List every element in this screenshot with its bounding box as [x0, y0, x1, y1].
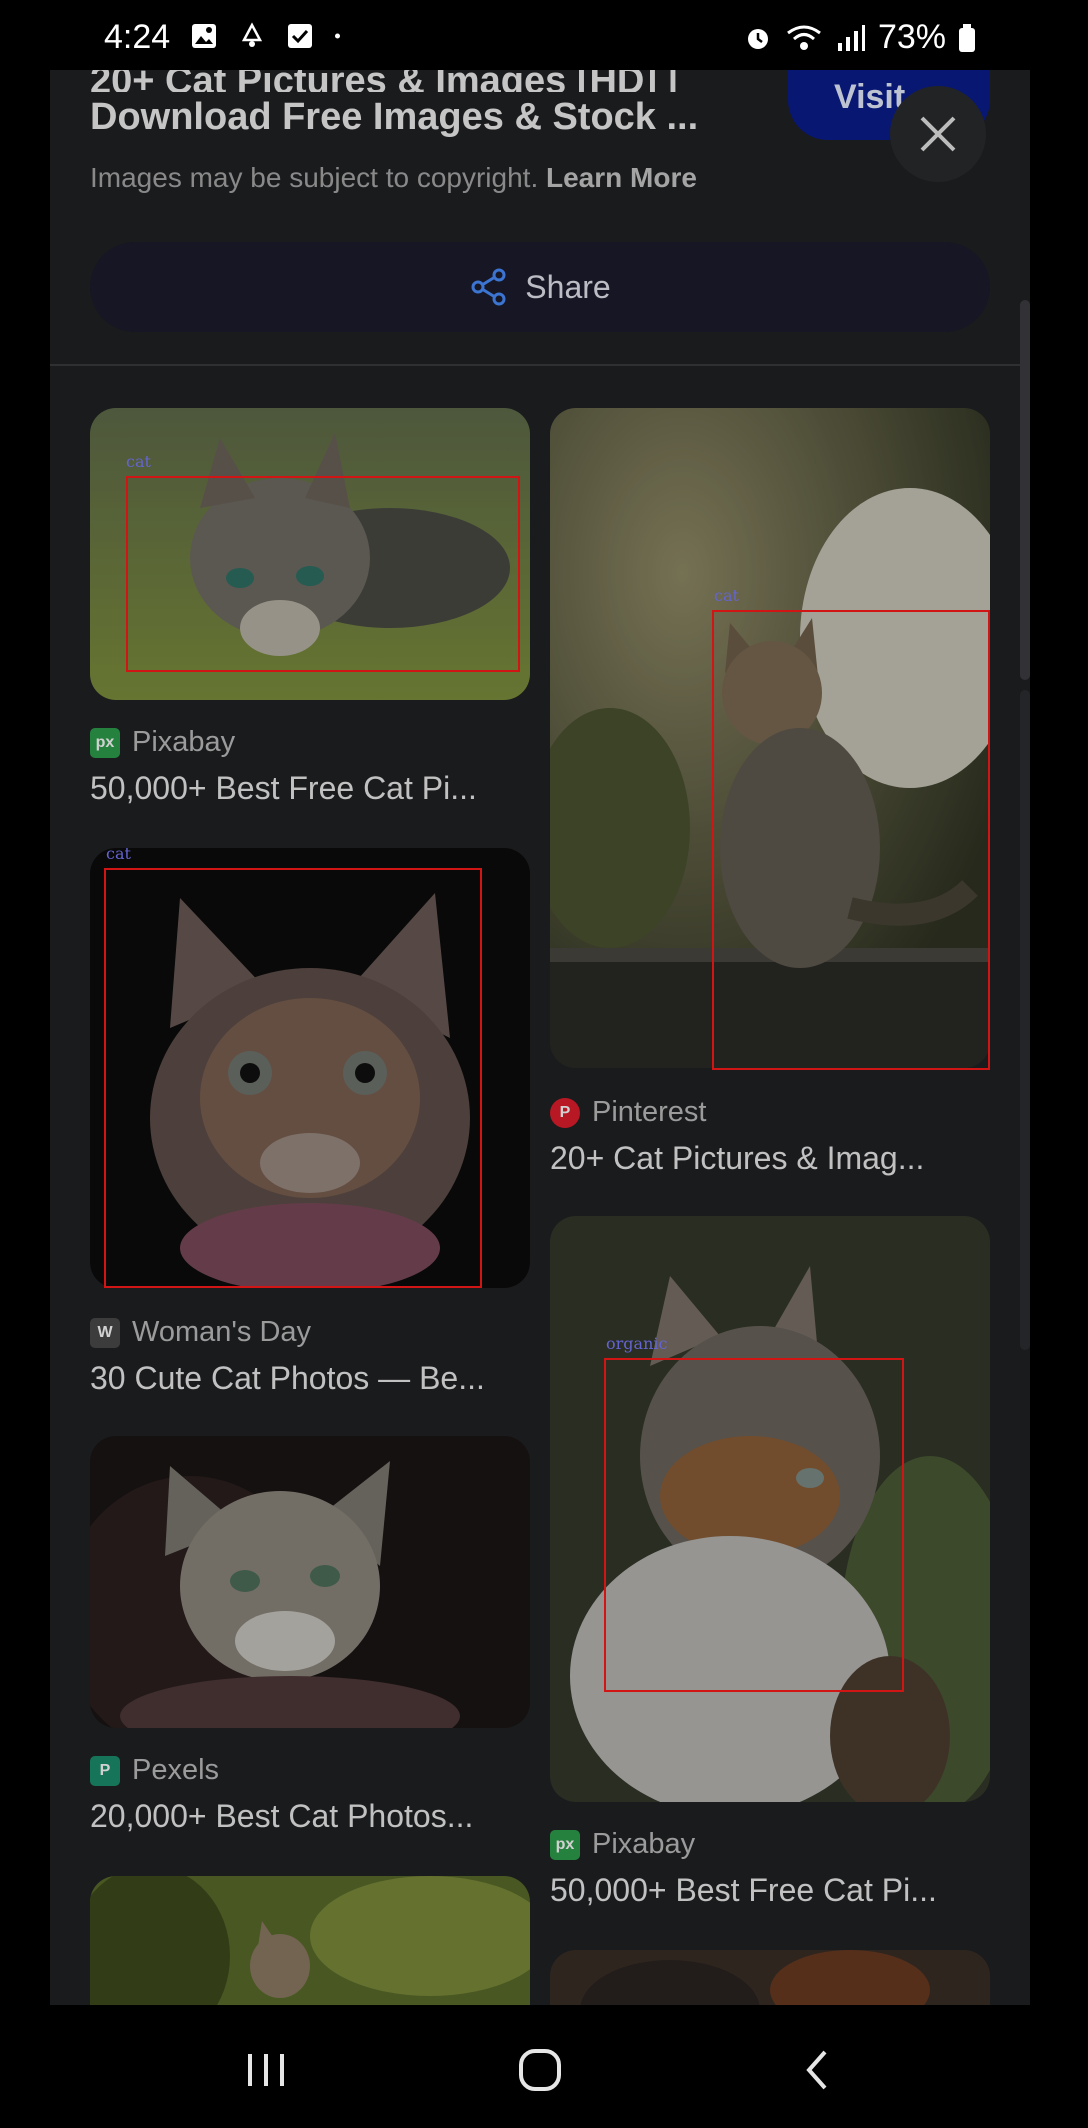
close-button[interactable] [890, 86, 986, 182]
pinterest-icon: P [550, 1097, 580, 1128]
source-row: px Pixabay [550, 1828, 695, 1861]
source-row: W Woman's Day [90, 1316, 311, 1349]
result-card[interactable]: cat W Woman's Day 30 Cute Cat Photos — B… [90, 844, 530, 1398]
status-bar: 4:24 73% [0, 0, 1088, 70]
source-row: px Pixabay [90, 726, 235, 759]
scrollbar-thumb[interactable] [1020, 300, 1030, 680]
home-icon [519, 2049, 561, 2091]
detection-label: cat [126, 452, 151, 471]
copyright-notice: Images may be subject to copyright. Lear… [90, 162, 697, 194]
result-title[interactable]: 30 Cute Cat Photos — Be... [90, 1360, 485, 1397]
result-title[interactable]: 20,000+ Best Cat Photos... [90, 1798, 473, 1835]
result-card[interactable]: P Pexels 20,000+ Best Cat Photos... [90, 1436, 530, 1836]
source-name: Woman's Day [132, 1316, 312, 1348]
status-left-icons [190, 22, 348, 50]
wifi-icon [787, 25, 821, 50]
detection-box [712, 610, 990, 1070]
pixabay-icon: px [550, 1829, 580, 1860]
source-name: Pinterest [592, 1096, 707, 1128]
result-thumbnail[interactable] [90, 1876, 530, 2005]
womans-day-icon: W [90, 1317, 120, 1348]
share-label: Share [525, 268, 611, 305]
detection-box [604, 1358, 904, 1692]
result-title[interactable]: 50,000+ Best Free Cat Pi... [550, 1872, 937, 1909]
result-title[interactable]: 20+ Cat Pictures & Imag... [550, 1140, 924, 1177]
result-title[interactable]: 20+ Cat Pictures & Images [HD] | Downloa… [90, 70, 770, 142]
result-card[interactable] [550, 1950, 990, 2005]
result-thumbnail[interactable] [550, 1950, 990, 2005]
source-row: P Pexels [90, 1754, 219, 1787]
checkbox-icon [288, 24, 312, 48]
back-icon [806, 2050, 827, 2090]
visit-label: Visit [834, 78, 906, 116]
status-time: 4:24 [104, 18, 171, 56]
battery-icon [959, 23, 975, 52]
divider [50, 364, 1030, 366]
result-card[interactable]: organic px Pixabay 50,000+ Best Free Cat… [550, 1216, 990, 1956]
learn-more-link[interactable]: Learn More [546, 162, 697, 193]
pexels-icon: P [90, 1755, 120, 1786]
copyright-text: Images may be subject to copyright. [90, 162, 539, 193]
source-name: Pexels [132, 1754, 220, 1786]
source-row: P Pinterest [550, 1096, 706, 1129]
source-name: Pixabay [592, 1828, 696, 1860]
navigation-bar [0, 2005, 1088, 2128]
recent-apps-button[interactable] [236, 2045, 296, 2095]
notification-icon [241, 22, 263, 47]
image-icon [192, 24, 216, 48]
share-icon [471, 268, 506, 306]
scrollbar-track [1020, 690, 1030, 1350]
back-button[interactable] [786, 2045, 846, 2095]
result-title-line1: 20+ Cat Pictures & Images [HD] | [90, 70, 679, 92]
battery-percent: 73% [877, 18, 946, 56]
recent-apps-icon [248, 2054, 284, 2086]
result-card[interactable] [90, 1876, 530, 2005]
close-icon [920, 116, 956, 152]
pixabay-icon: px [90, 727, 120, 758]
status-right: 73% [744, 18, 976, 57]
detection-label: organic [606, 1334, 668, 1353]
result-thumbnail[interactable] [90, 1436, 530, 1728]
detection-label: cat [714, 586, 739, 605]
result-card[interactable]: cat P Pinterest 20+ Cat Pictures & Imag.… [550, 408, 990, 1188]
image-result-panel: 20+ Cat Pictures & Images [HD] | Downloa… [50, 70, 1030, 2005]
result-card[interactable]: cat px Pixabay 50,000+ Best Free Cat Pi.… [90, 408, 530, 808]
detection-label: cat [106, 844, 131, 863]
detection-box [104, 868, 482, 1288]
detection-box [126, 476, 520, 672]
result-title[interactable]: 50,000+ Best Free Cat Pi... [90, 770, 477, 807]
home-button[interactable] [510, 2045, 570, 2095]
source-name: Pixabay [132, 726, 236, 758]
alarm-icon [747, 28, 768, 49]
signal-icon [837, 24, 865, 51]
share-button[interactable]: Share [90, 242, 990, 332]
dot-icon [335, 33, 340, 39]
result-title-line2: Download Free Images & Stock ... [90, 96, 699, 138]
